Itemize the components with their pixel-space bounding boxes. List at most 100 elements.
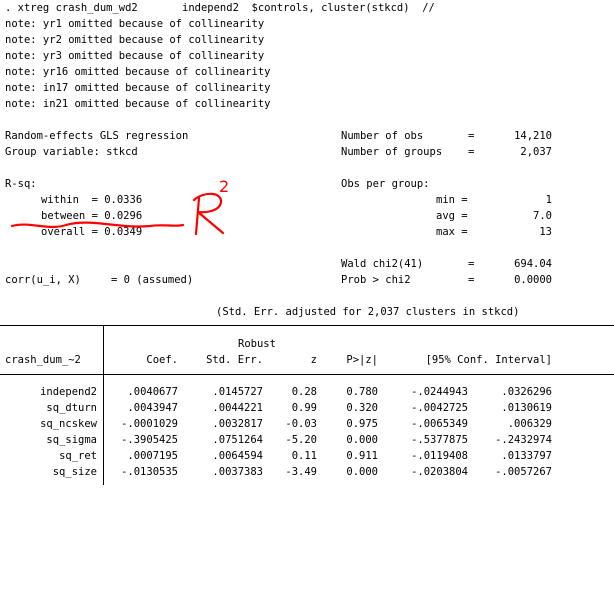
ci-low-cell: -.0042725 bbox=[411, 402, 468, 414]
table-row: sq_dturn .0043947 .0044221 0.99 0.320 -.… bbox=[0, 400, 614, 416]
header-line: corr(u_i, X) = 0 (assumed) Prob > chi2 =… bbox=[0, 272, 614, 288]
header-line: (Std. Err. adjusted for 2,037 clusters i… bbox=[0, 304, 614, 320]
header-line: overall = 0.0349 max = 13 bbox=[0, 224, 614, 240]
ngroups-value: 2,037 bbox=[520, 146, 552, 158]
robust-label: Robust bbox=[238, 338, 276, 350]
z-cell: 0.11 bbox=[291, 450, 317, 462]
note-line: note: in17 omitted because of collineari… bbox=[0, 80, 614, 96]
command-line: . xtreg crash_dum_wd2 independ2 $control… bbox=[0, 0, 614, 16]
ci-high-cell: .006329 bbox=[507, 418, 552, 430]
se-cell: .0032817 bbox=[212, 418, 263, 430]
min-value: 1 bbox=[545, 194, 552, 206]
p-cell: 0.975 bbox=[346, 418, 378, 430]
rsq-label: R-sq: bbox=[5, 178, 37, 190]
table-row: sq_size -.0130535 .0037383 -3.49 0.000 -… bbox=[0, 464, 614, 480]
obs-per-group-label: Obs per group: bbox=[341, 178, 430, 190]
z-cell: 0.28 bbox=[291, 386, 317, 398]
header-line: within = 0.0336 min = 1 bbox=[0, 192, 614, 208]
z-cell: -3.49 bbox=[285, 466, 317, 478]
coef-cell: -.3905425 bbox=[121, 434, 178, 446]
note-line: note: in21 omitted because of collineari… bbox=[0, 96, 614, 112]
col-header-p: P>|z| bbox=[346, 354, 378, 366]
col-header-coef: Coef. bbox=[146, 354, 178, 366]
wald-value: 694.04 bbox=[514, 258, 552, 270]
table-row: sq_ncskew -.0001029 .0032817 -0.03 0.975… bbox=[0, 416, 614, 432]
se-cell: .0064594 bbox=[212, 450, 263, 462]
equals-sign: = bbox=[468, 258, 475, 270]
prob-value: 0.0000 bbox=[514, 274, 552, 286]
table-header-line: crash_dum_~2 Coef. Std. Err. z P>|z| [95… bbox=[0, 352, 614, 368]
table-row: independ2 .0040677 .0145727 0.28 0.780 -… bbox=[0, 384, 614, 400]
header-line: Group variable: stkcd Number of groups =… bbox=[0, 144, 614, 160]
table-row: sq_ret .0007195 .0064594 0.11 0.911 -.01… bbox=[0, 448, 614, 464]
header-line: between = 0.0296 avg = 7.0 bbox=[0, 208, 614, 224]
z-cell: -5.20 bbox=[285, 434, 317, 446]
equals-sign: = bbox=[468, 274, 475, 286]
p-cell: 0.000 bbox=[346, 434, 378, 446]
coef-cell: .0007195 bbox=[127, 450, 178, 462]
p-cell: 0.780 bbox=[346, 386, 378, 398]
var-name: sq_sigma bbox=[46, 434, 97, 446]
note-text: note: yr1 omitted because of collinearit… bbox=[5, 18, 265, 30]
note-line: note: yr3 omitted because of collinearit… bbox=[0, 48, 614, 64]
ci-low-cell: -.0244943 bbox=[411, 386, 468, 398]
ci-low-cell: -.0203804 bbox=[411, 466, 468, 478]
max-label: max = bbox=[436, 226, 468, 238]
coef-cell: -.0001029 bbox=[121, 418, 178, 430]
note-line: note: yr16 omitted because of collineari… bbox=[0, 64, 614, 80]
p-cell: 0.320 bbox=[346, 402, 378, 414]
col-header-ci: [95% Conf. Interval] bbox=[425, 354, 552, 366]
prob-label: Prob > chi2 bbox=[341, 274, 411, 286]
table-top-rule bbox=[0, 325, 614, 326]
note-line: note: yr1 omitted because of collinearit… bbox=[0, 16, 614, 32]
var-name: sq_ncskew bbox=[40, 418, 97, 430]
stderr-note: (Std. Err. adjusted for 2,037 clusters i… bbox=[216, 306, 520, 318]
rsq-between: between = 0.0296 bbox=[41, 210, 143, 222]
header-line: Wald chi2(41) = 694.04 bbox=[0, 256, 614, 272]
ci-high-cell: -.2432974 bbox=[495, 434, 552, 446]
note-text: note: yr16 omitted because of collineari… bbox=[5, 66, 271, 78]
corr-value: = 0 (assumed) bbox=[111, 274, 194, 286]
equals-sign: = bbox=[468, 130, 475, 142]
depvar-label: crash_dum_~2 bbox=[5, 354, 81, 366]
avg-value: 7.0 bbox=[533, 210, 552, 222]
ci-low-cell: -.0119408 bbox=[411, 450, 468, 462]
header-line: Random-effects GLS regression Number of … bbox=[0, 128, 614, 144]
var-name: sq_size bbox=[52, 466, 97, 478]
note-text: note: yr3 omitted because of collinearit… bbox=[5, 50, 265, 62]
col-header-se: Std. Err. bbox=[206, 354, 263, 366]
command-text: . xtreg crash_dum_wd2 independ2 $control… bbox=[5, 2, 435, 14]
ci-high-cell: .0133797 bbox=[501, 450, 552, 462]
note-line: note: yr2 omitted because of collinearit… bbox=[0, 32, 614, 48]
p-cell: 0.000 bbox=[346, 466, 378, 478]
nobs-value: 14,210 bbox=[514, 130, 552, 142]
table-header-rule bbox=[0, 374, 614, 375]
max-value: 13 bbox=[539, 226, 552, 238]
se-cell: .0044221 bbox=[212, 402, 263, 414]
coef-cell: .0040677 bbox=[127, 386, 178, 398]
var-name: independ2 bbox=[40, 386, 97, 398]
ci-high-cell: -.0057267 bbox=[495, 466, 552, 478]
equals-sign: = bbox=[468, 146, 475, 158]
z-cell: 0.99 bbox=[291, 402, 317, 414]
avg-label: avg = bbox=[436, 210, 468, 222]
header-line: R-sq: Obs per group: bbox=[0, 176, 614, 192]
coef-cell: -.0130535 bbox=[121, 466, 178, 478]
se-cell: .0037383 bbox=[212, 466, 263, 478]
rsq-within: within = 0.0336 bbox=[41, 194, 143, 206]
se-cell: .0145727 bbox=[212, 386, 263, 398]
group-variable: Group variable: stkcd bbox=[5, 146, 138, 158]
rsq-overall: overall = 0.0349 bbox=[41, 226, 143, 238]
ci-high-cell: .0130619 bbox=[501, 402, 552, 414]
note-text: note: yr2 omitted because of collinearit… bbox=[5, 34, 265, 46]
se-cell: .0751264 bbox=[212, 434, 263, 446]
nobs-label: Number of obs bbox=[341, 130, 424, 142]
min-label: min = bbox=[436, 194, 468, 206]
wald-label: Wald chi2(41) bbox=[341, 258, 424, 270]
regression-title: Random-effects GLS regression bbox=[5, 130, 189, 142]
table-row: sq_sigma -.3905425 .0751264 -5.20 0.000 … bbox=[0, 432, 614, 448]
ngroups-label: Number of groups bbox=[341, 146, 443, 158]
col-header-z: z bbox=[310, 354, 317, 366]
note-text: note: in21 omitted because of collineari… bbox=[5, 98, 271, 110]
ci-low-cell: -.5377875 bbox=[411, 434, 468, 446]
